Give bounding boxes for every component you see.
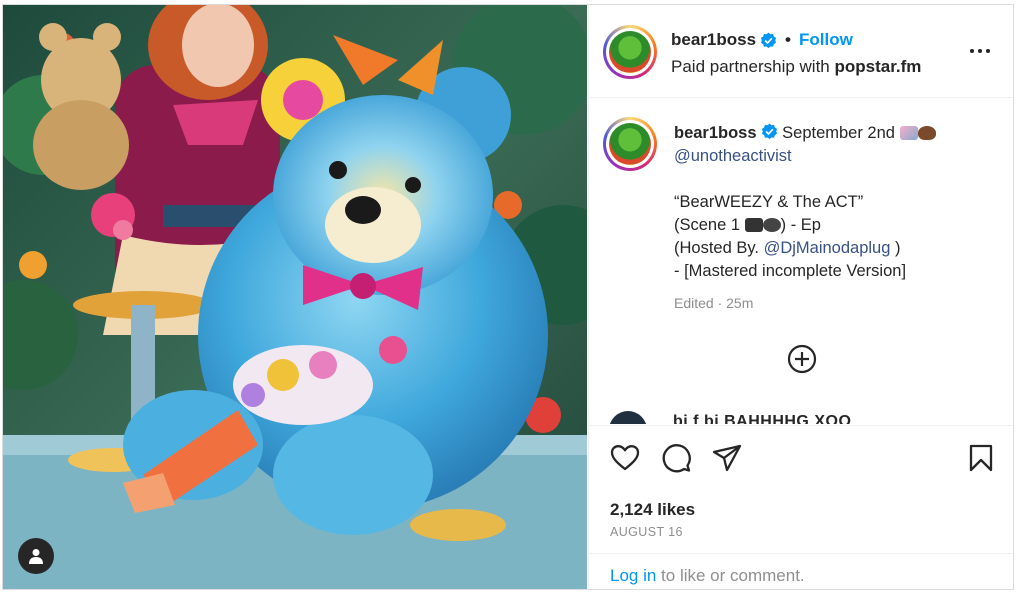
paper-plane-icon[interactable]	[711, 442, 743, 474]
comments-section: bear1boss September 2nd @unotheactivist …	[589, 99, 1013, 424]
caption-title-line: “BearWEEZY & The ACT”	[674, 193, 864, 211]
post-actions: 2,124 likes AUGUST 16	[589, 425, 1013, 553]
verified-badge-icon	[760, 32, 777, 48]
post-card: bear1boss • Follow Paid partnership with…	[2, 4, 1014, 590]
teddy-bear-artwork	[3, 5, 587, 589]
caption-mastered-line: - [Mastered incomplete Version]	[674, 262, 907, 280]
plus-circle-icon[interactable]	[787, 344, 817, 374]
mention-djmainodaplug[interactable]: @DjMainodaplug	[764, 239, 891, 257]
paid-partnership-label: Paid partnership with popstar.fm	[671, 57, 921, 77]
scene-prefix: (Scene 1	[674, 216, 741, 234]
post-image[interactable]	[3, 5, 587, 589]
author-avatar[interactable]	[603, 25, 657, 79]
header-user-line: bear1boss • Follow	[671, 30, 853, 50]
more-options-icon[interactable]	[965, 39, 995, 63]
heart-icon[interactable]	[609, 442, 641, 474]
tagged-users-button[interactable]	[18, 538, 54, 574]
post-date[interactable]: AUGUST 16	[610, 525, 683, 539]
login-prompt: Log in to like or comment.	[589, 553, 1013, 589]
verified-badge-icon	[761, 123, 777, 139]
trophy-emoji-icon	[899, 126, 918, 140]
comment-bubble-icon[interactable]	[660, 442, 692, 474]
caption-avatar[interactable]	[603, 117, 657, 171]
follow-button[interactable]: Follow	[799, 30, 853, 50]
hosted-prefix: (Hosted By.	[674, 239, 759, 257]
disc-emoji-icon	[762, 218, 781, 232]
next-comment-text: bi f bi BAHHHHG XOO	[673, 413, 852, 424]
caption-text: bear1boss September 2nd @unotheactivist …	[674, 122, 1004, 315]
bookmark-icon[interactable]	[965, 442, 997, 474]
partnership-prefix: Paid partnership with	[671, 57, 830, 76]
commenter-avatar[interactable]	[609, 411, 647, 424]
post-details-panel: bear1boss • Follow Paid partnership with…	[588, 5, 1013, 589]
caption-edited-meta: Edited · 25m	[674, 295, 754, 311]
brown-heart-emoji-icon	[917, 126, 936, 140]
likes-count[interactable]: 2,124 likes	[610, 500, 695, 520]
author-username[interactable]: bear1boss	[671, 30, 756, 50]
login-prompt-suffix: to like or comment.	[656, 566, 805, 585]
caption-date-text: September 2nd	[782, 124, 895, 142]
post-header: bear1boss • Follow Paid partnership with…	[589, 5, 1013, 98]
partner-link[interactable]: popstar.fm	[835, 57, 922, 76]
scene-suffix: ) - Ep	[780, 216, 821, 234]
mention-unotheactivist[interactable]: @unotheactivist	[674, 147, 792, 165]
clapper-board-emoji-icon	[744, 218, 763, 232]
separator-dot: •	[785, 30, 791, 49]
caption-username[interactable]: bear1boss	[674, 124, 757, 142]
login-link[interactable]: Log in	[610, 566, 656, 585]
person-icon	[29, 549, 43, 564]
next-comment-preview: bi f bi BAHHHHG XOO	[609, 411, 1009, 424]
hosted-suffix: )	[895, 239, 901, 257]
